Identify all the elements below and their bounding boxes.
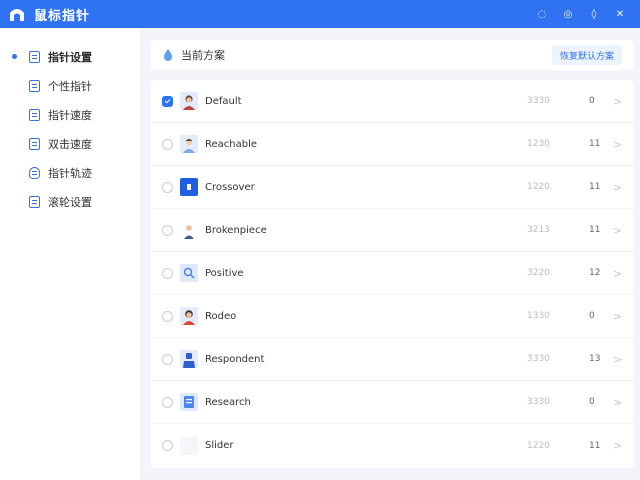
sidebar-item-label: 指针速度 bbox=[48, 108, 92, 122]
avatar bbox=[180, 264, 198, 282]
chevron-right-icon: > bbox=[613, 223, 623, 237]
scheme-count: 0 bbox=[589, 96, 595, 106]
pointer-icon bbox=[29, 50, 40, 63]
avatar bbox=[180, 350, 198, 368]
avatar bbox=[180, 393, 198, 411]
shield-icon bbox=[29, 166, 40, 179]
avatar bbox=[180, 436, 198, 455]
sidebar-item-pointer-settings[interactable]: 指针设置 bbox=[0, 42, 140, 71]
sidebar-item-pointer-speed[interactable]: 指针速度 bbox=[0, 100, 140, 129]
avatar bbox=[180, 92, 198, 110]
scheme-list: Default 3330 0 > Reachable 1230 11 > Cro… bbox=[151, 80, 634, 468]
scheme-name: Respondent bbox=[205, 353, 265, 365]
list-item[interactable]: Crossover 1220 11 > bbox=[151, 166, 634, 209]
scheme-name: Rodeo bbox=[205, 310, 237, 322]
window-icon bbox=[29, 79, 40, 92]
scheme-code: 1330 bbox=[527, 311, 550, 321]
list-item[interactable]: Slider 1220 11 > bbox=[151, 424, 634, 467]
selected-checkbox[interactable] bbox=[162, 95, 173, 107]
chevron-right-icon: > bbox=[613, 137, 623, 151]
settings-icon[interactable]: ◎ bbox=[562, 8, 574, 20]
scheme-count: 13 bbox=[589, 354, 601, 364]
scheme-name: Positive bbox=[205, 267, 244, 279]
list-item[interactable]: Research 3330 0 > bbox=[151, 381, 634, 424]
scheme-name: Brokenpiece bbox=[205, 224, 267, 236]
radio-button[interactable] bbox=[162, 440, 173, 451]
active-indicator bbox=[12, 54, 17, 59]
avatar bbox=[180, 221, 198, 239]
sidebar-item-double-click[interactable]: 双击速度 bbox=[0, 129, 140, 158]
radio-button[interactable] bbox=[162, 267, 173, 279]
app-logo-icon bbox=[8, 5, 26, 23]
radio-button[interactable] bbox=[162, 181, 173, 193]
scheme-count: 11 bbox=[589, 139, 601, 149]
scheme-count: 0 bbox=[589, 397, 595, 407]
scheme-code: 3330 bbox=[527, 354, 550, 364]
sidebar-item-label: 个性指针 bbox=[48, 79, 92, 93]
document-icon bbox=[29, 195, 40, 208]
skin-icon[interactable]: ◊ bbox=[588, 8, 600, 20]
scheme-name: Reachable bbox=[205, 138, 258, 150]
chevron-right-icon: > bbox=[613, 180, 623, 194]
title-bar: 鼠标指针 ◌ ◎ ◊ ✕ bbox=[0, 0, 640, 28]
app-title: 鼠标指针 bbox=[34, 8, 91, 24]
chevron-right-icon: > bbox=[613, 309, 623, 323]
sidebar-item-pointer-trail[interactable]: 指针轨迹 bbox=[0, 158, 140, 187]
sidebar: 指针设置 个性指针 指针速度 双击速度 指针轨迹 滚轮设置 bbox=[0, 28, 140, 480]
scheme-name: Default bbox=[205, 95, 242, 107]
list-item[interactable]: Reachable 1230 11 > bbox=[151, 123, 634, 166]
droplet-icon bbox=[163, 49, 173, 61]
scheme-name: Crossover bbox=[205, 181, 255, 193]
sidebar-item-label: 滚轮设置 bbox=[48, 195, 92, 209]
sidebar-item-custom-pointer[interactable]: 个性指针 bbox=[0, 71, 140, 100]
sidebar-item-label: 双击速度 bbox=[48, 137, 92, 151]
list-item[interactable]: Brokenpiece 3213 11 > bbox=[151, 209, 634, 252]
scheme-name: Research bbox=[205, 396, 251, 408]
sidebar-item-label: 指针设置 bbox=[48, 50, 92, 64]
close-icon[interactable]: ✕ bbox=[614, 8, 626, 20]
scheme-code: 1230 bbox=[527, 139, 550, 149]
list-item[interactable]: Rodeo 1330 0 > bbox=[151, 295, 634, 338]
radio-button[interactable] bbox=[162, 138, 173, 150]
radio-button[interactable] bbox=[162, 310, 173, 322]
scheme-count: 12 bbox=[589, 268, 601, 278]
chevron-right-icon: > bbox=[613, 395, 623, 409]
list-icon bbox=[29, 137, 40, 150]
minimize-icon[interactable]: ◌ bbox=[536, 8, 548, 20]
scheme-count: 11 bbox=[589, 440, 601, 451]
scheme-code: 1220 bbox=[527, 182, 550, 192]
scheme-name: Slider bbox=[205, 440, 234, 451]
restore-default-button[interactable]: 恢复默认方案 bbox=[552, 45, 622, 65]
chevron-right-icon: > bbox=[613, 94, 623, 108]
avatar bbox=[180, 307, 198, 325]
avatar bbox=[180, 178, 198, 196]
header-title: 当前方案 bbox=[181, 49, 225, 62]
scheme-code: 1220 bbox=[527, 440, 550, 451]
sidebar-item-label: 指针轨迹 bbox=[48, 166, 92, 180]
sidebar-item-scroll-settings[interactable]: 滚轮设置 bbox=[0, 187, 140, 216]
scheme-count: 11 bbox=[589, 182, 601, 192]
chevron-right-icon: > bbox=[613, 352, 623, 366]
list-item[interactable]: Default 3330 0 > bbox=[151, 80, 634, 123]
avatar bbox=[180, 135, 198, 153]
scheme-code: 3330 bbox=[527, 96, 550, 106]
scheme-code: 3330 bbox=[527, 397, 550, 407]
list-item[interactable]: Positive 3220 12 > bbox=[151, 252, 634, 295]
image-icon bbox=[29, 108, 40, 121]
scheme-count: 11 bbox=[589, 225, 601, 235]
scheme-count: 0 bbox=[589, 311, 595, 321]
window-controls: ◌ ◎ ◊ ✕ bbox=[536, 8, 632, 20]
chevron-right-icon: > bbox=[613, 439, 623, 452]
scheme-code: 3213 bbox=[527, 225, 550, 235]
radio-button[interactable] bbox=[162, 353, 173, 365]
scheme-header: 当前方案 恢复默认方案 bbox=[151, 40, 634, 70]
radio-button[interactable] bbox=[162, 396, 173, 408]
radio-button[interactable] bbox=[162, 224, 173, 236]
list-item[interactable]: Respondent 3330 13 > bbox=[151, 338, 634, 381]
scheme-code: 3220 bbox=[527, 268, 550, 278]
chevron-right-icon: > bbox=[613, 266, 623, 280]
